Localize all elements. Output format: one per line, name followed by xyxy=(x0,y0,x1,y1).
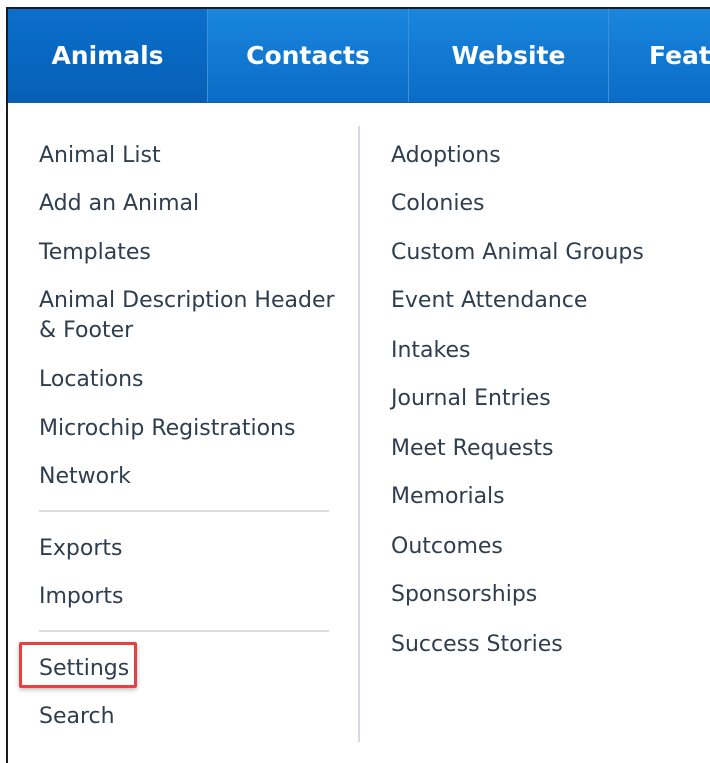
menu-item-search[interactable]: Search xyxy=(39,702,115,732)
app-frame: Animals Contacts Website Feat Animal Lis… xyxy=(6,7,710,763)
menu-divider xyxy=(39,510,329,512)
menu-column-divider xyxy=(358,126,360,742)
menu-item-adoptions[interactable]: Adoptions xyxy=(391,141,501,171)
menu-item-network[interactable]: Network xyxy=(39,462,131,492)
menu-item-colonies[interactable]: Colonies xyxy=(391,189,484,219)
menu-item-imports[interactable]: Imports xyxy=(39,582,123,612)
menu-item-microchip-registrations[interactable]: Microchip Registrations xyxy=(39,414,295,444)
top-navbar: Animals Contacts Website Feat xyxy=(8,9,710,103)
menu-divider xyxy=(39,630,329,632)
menu-item-sponsorships[interactable]: Sponsorships xyxy=(391,580,537,610)
menu-item-locations[interactable]: Locations xyxy=(39,365,144,395)
menu-item-memorials[interactable]: Memorials xyxy=(391,482,505,512)
menu-item-animal-description-header-footer[interactable]: Animal Description Header & Footer xyxy=(39,286,339,346)
menu-item-success-stories[interactable]: Success Stories xyxy=(391,630,563,660)
menu-item-templates[interactable]: Templates xyxy=(39,238,151,268)
menu-item-event-attendance[interactable]: Event Attendance xyxy=(391,286,587,316)
tab-contacts[interactable]: Contacts xyxy=(207,9,408,102)
menu-item-exports[interactable]: Exports xyxy=(39,534,122,564)
menu-item-animal-list[interactable]: Animal List xyxy=(39,141,161,171)
menu-item-meet-requests[interactable]: Meet Requests xyxy=(391,434,554,464)
tab-animals[interactable]: Animals xyxy=(8,9,207,102)
menu-item-journal-entries[interactable]: Journal Entries xyxy=(391,384,551,414)
menu-item-add-an-animal[interactable]: Add an Animal xyxy=(39,189,199,219)
animals-dropdown-menu: Animal List Add an Animal Templates Anim… xyxy=(8,103,710,763)
menu-item-custom-animal-groups[interactable]: Custom Animal Groups xyxy=(391,238,644,268)
tab-website[interactable]: Website xyxy=(408,9,608,102)
tab-features[interactable]: Feat xyxy=(608,9,710,102)
menu-item-outcomes[interactable]: Outcomes xyxy=(391,532,503,562)
menu-item-settings[interactable]: Settings xyxy=(39,654,129,684)
menu-item-intakes[interactable]: Intakes xyxy=(391,336,471,366)
